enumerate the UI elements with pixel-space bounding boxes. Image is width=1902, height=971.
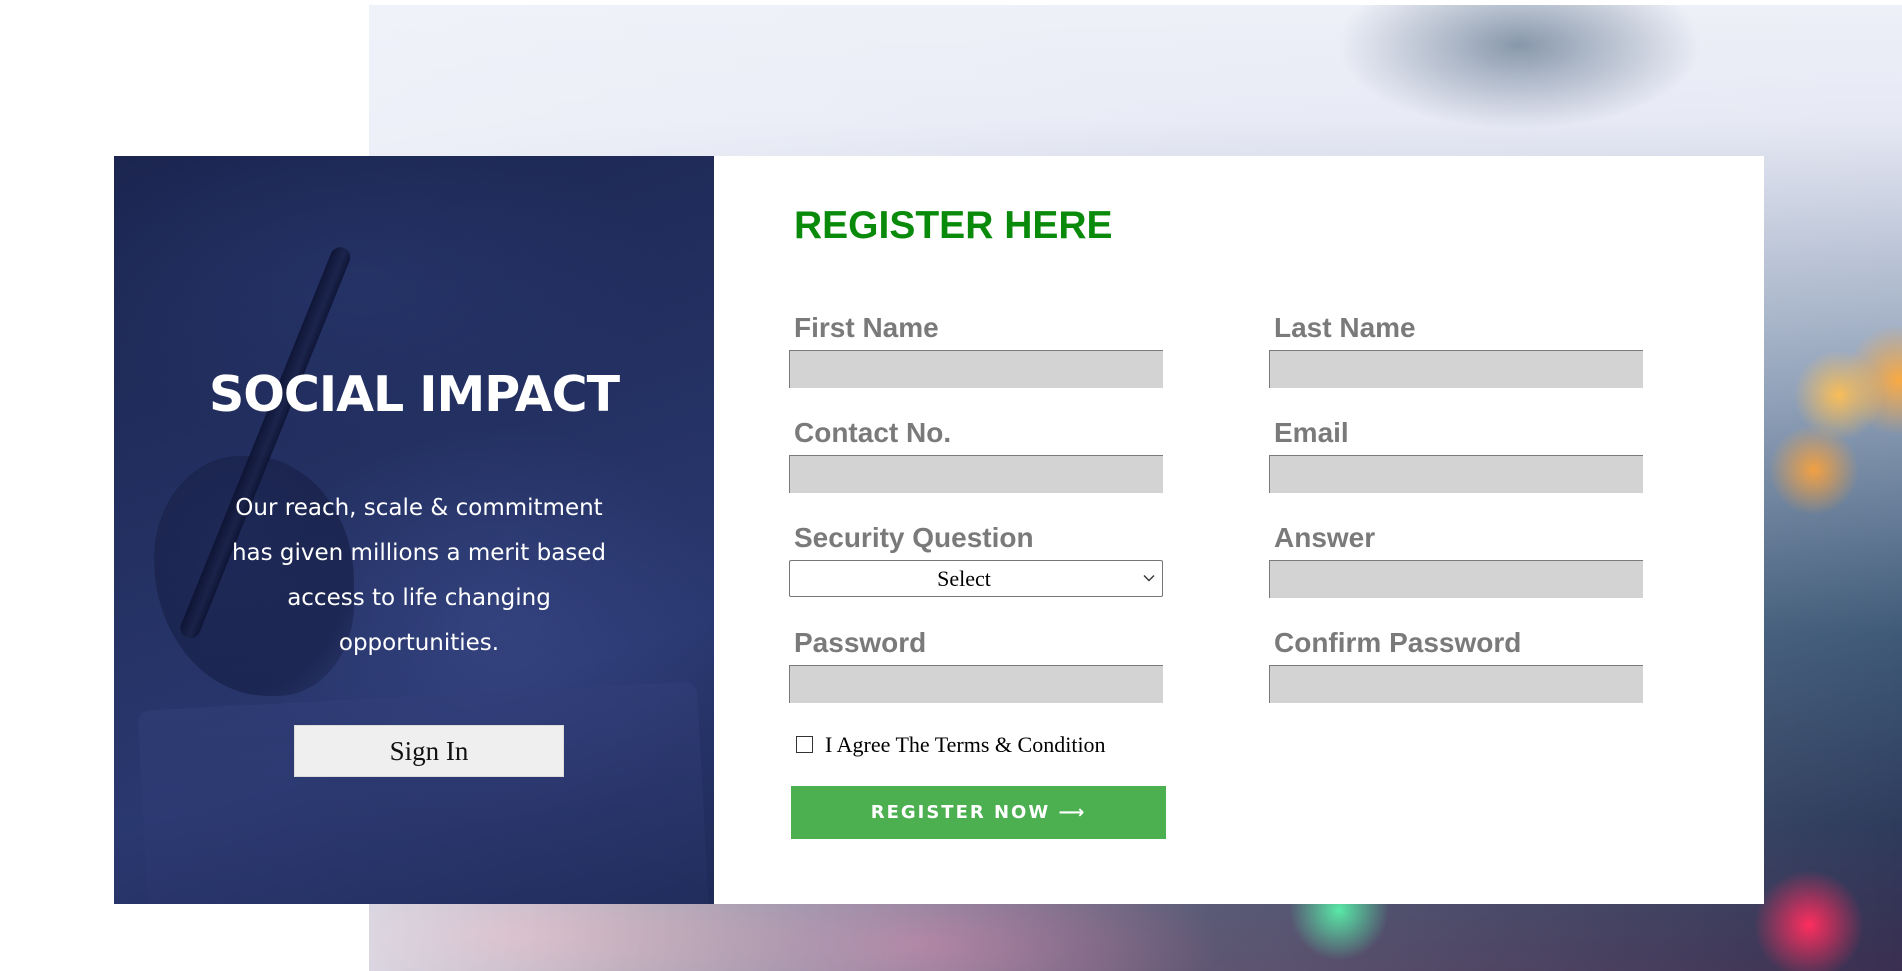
social-impact-panel: SOCIAL IMPACT Our reach, scale & commitm… [114, 156, 714, 904]
email-label: Email [1274, 417, 1349, 448]
confirm-password-label: Confirm Password [1274, 627, 1522, 658]
last-name-label: Last Name [1274, 312, 1416, 343]
register-form: REGISTER HERE First Name Last Name Conta… [714, 156, 1764, 904]
panel-title: SOCIAL IMPACT [208, 366, 620, 423]
chevron-down-icon [1143, 575, 1155, 582]
answer-input[interactable] [1269, 560, 1643, 598]
answer-label: Answer [1274, 522, 1376, 553]
sign-in-button[interactable]: Sign In [294, 725, 564, 777]
paper-shape [137, 681, 711, 904]
confirm-password-input[interactable] [1269, 665, 1643, 703]
register-now-button[interactable]: REGISTER NOW ⟶ [791, 786, 1166, 839]
first-name-label: First Name [794, 312, 939, 343]
password-label: Password [794, 627, 927, 658]
terms-label: I Agree The Terms & Condition [825, 732, 1106, 757]
security-question-value: Select [937, 566, 991, 591]
security-question-label: Security Question [794, 522, 1034, 553]
contact-label: Contact No. [794, 417, 952, 448]
last-name-input[interactable] [1269, 350, 1643, 388]
terms-checkbox[interactable] [796, 736, 813, 753]
password-input[interactable] [789, 665, 1163, 703]
security-question-select[interactable]: Select [789, 560, 1163, 597]
contact-input[interactable] [789, 455, 1163, 493]
first-name-input[interactable] [789, 350, 1163, 388]
email-input[interactable] [1269, 455, 1643, 493]
form-title: REGISTER HERE [794, 204, 1113, 247]
panel-description: Our reach, scale & commitment has given … [231, 495, 607, 656]
